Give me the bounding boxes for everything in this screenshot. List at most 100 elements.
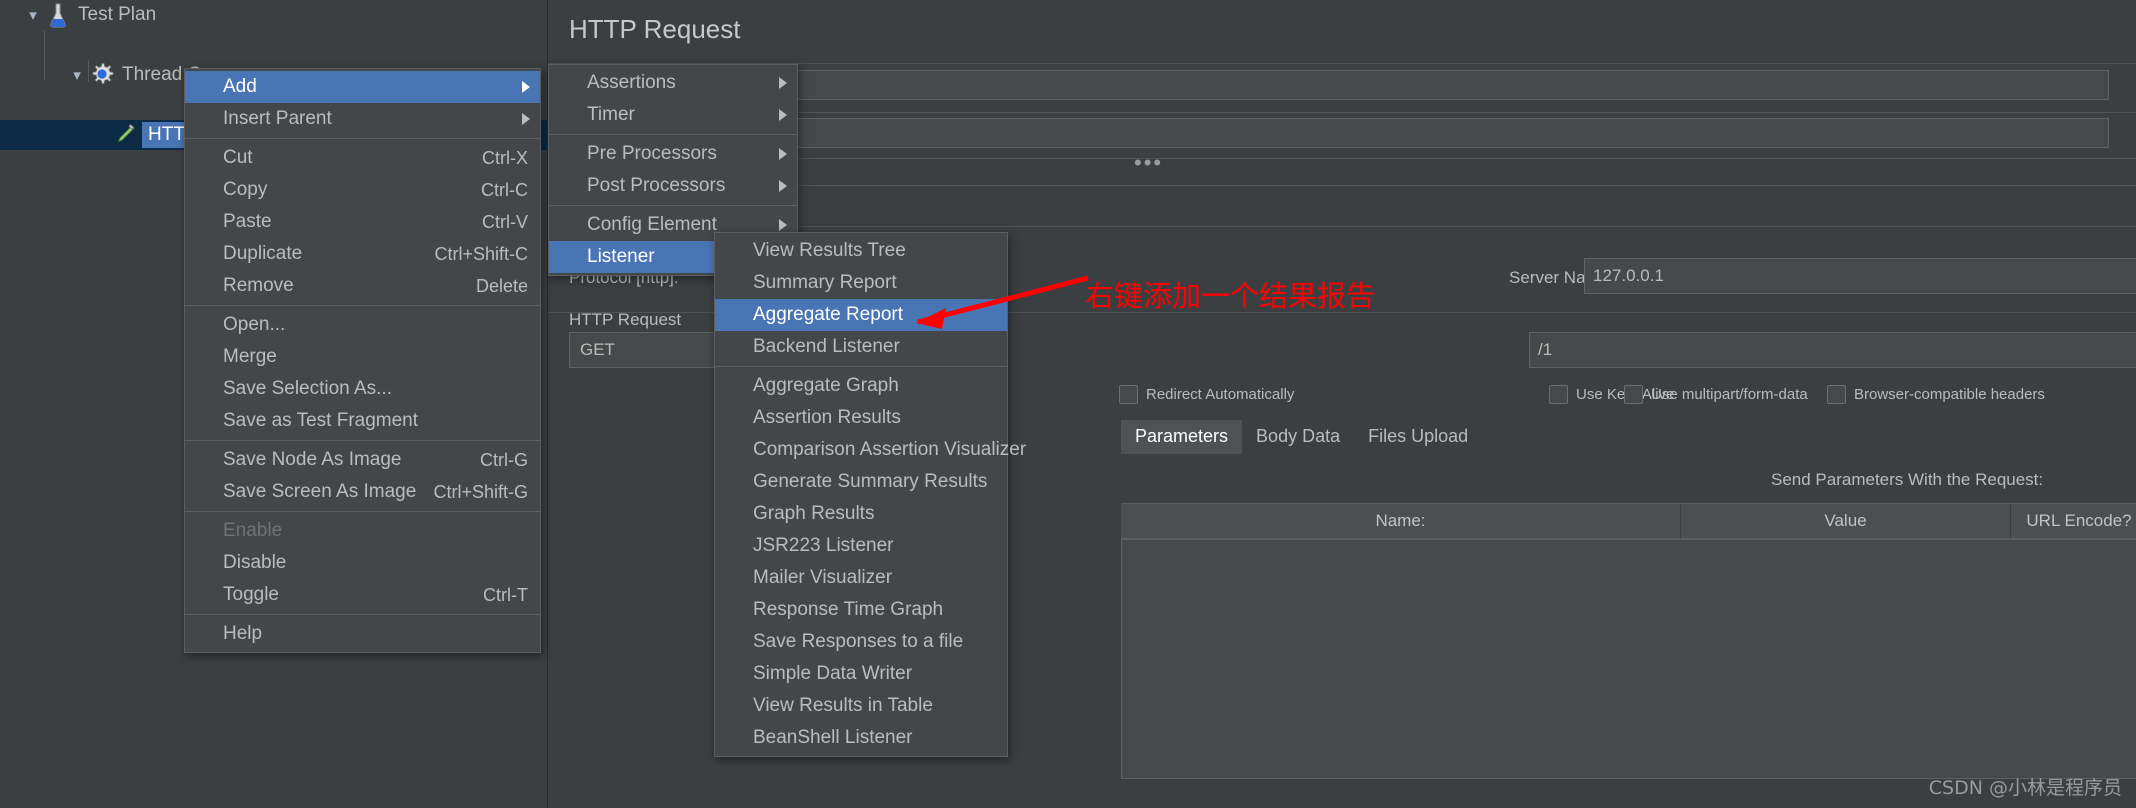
menu-separator bbox=[185, 440, 540, 441]
menu-item-label: View Results in Table bbox=[753, 695, 933, 716]
menu-item-label: Save Node As Image bbox=[223, 449, 402, 470]
listener-menu-item-graph-results[interactable]: Graph Results bbox=[715, 498, 1007, 530]
menu-item-paste[interactable]: Paste Ctrl-V bbox=[185, 206, 540, 238]
menu-item-label: Assertions bbox=[587, 72, 676, 93]
menu-item-save-selection-as[interactable]: Save Selection As... bbox=[185, 373, 540, 405]
table-header-cell[interactable]: URL Encode? bbox=[2011, 503, 2136, 539]
menu-separator bbox=[185, 614, 540, 615]
menu-item-label: Pre Processors bbox=[587, 143, 717, 164]
tree-item-label: Test Plan bbox=[78, 4, 157, 25]
checkbox-use-multipart[interactable]: Use multipart/form-data bbox=[1624, 385, 1808, 404]
listener-menu-item-jsr223-listener[interactable]: JSR223 Listener bbox=[715, 530, 1007, 562]
chevron-right-icon bbox=[779, 109, 787, 121]
menu-item-shortcut: Ctrl-X bbox=[482, 147, 528, 168]
menu-item-shortcut: Ctrl-V bbox=[482, 211, 528, 232]
menu-item-add[interactable]: Add bbox=[185, 71, 540, 103]
path-input[interactable]: /1 bbox=[1529, 332, 2136, 368]
menu-item-label: Disable bbox=[223, 552, 287, 573]
menu-item-merge[interactable]: Merge bbox=[185, 341, 540, 373]
listener-menu-item-mailer-visualizer[interactable]: Mailer Visualizer bbox=[715, 562, 1007, 594]
checkbox-browser-compatible-headers[interactable]: Browser-compatible headers bbox=[1827, 385, 2045, 404]
menu-item-label: View Results Tree bbox=[753, 240, 906, 261]
add-menu-item-pre-processors[interactable]: Pre Processors bbox=[549, 138, 797, 170]
listener-menu-item-generate-summary-results[interactable]: Generate Summary Results bbox=[715, 466, 1007, 498]
listener-menu-item-view-results-tree[interactable]: View Results Tree bbox=[715, 235, 1007, 267]
menu-item-toggle[interactable]: Toggle Ctrl-T bbox=[185, 579, 540, 611]
menu-item-label: Response Time Graph bbox=[753, 599, 944, 620]
menu-item-label: Insert Parent bbox=[223, 108, 332, 129]
listener-menu-item-save-responses-to-a-file[interactable]: Save Responses to a file bbox=[715, 626, 1007, 658]
menu-item-shortcut: Ctrl+Shift-G bbox=[433, 481, 528, 502]
tree-item-test-plan[interactable]: ▾ Test Plan bbox=[0, 0, 547, 30]
menu-item-label: Paste bbox=[223, 211, 272, 232]
checkbox-redirect-automatically[interactable]: Redirect Automatically bbox=[1119, 385, 1294, 404]
menu-separator bbox=[549, 134, 797, 135]
tab-parameters[interactable]: Parameters bbox=[1121, 420, 1243, 454]
listener-menu-item-aggregate-graph[interactable]: Aggregate Graph bbox=[715, 370, 1007, 402]
checkbox-box[interactable] bbox=[1827, 385, 1846, 404]
menu-item-label: Merge bbox=[223, 346, 277, 367]
menu-item-label: Timer bbox=[587, 104, 635, 125]
menu-item-label: Toggle bbox=[223, 584, 279, 605]
menu-item-open[interactable]: Open... bbox=[185, 309, 540, 341]
add-menu-item-post-processors[interactable]: Post Processors bbox=[549, 170, 797, 202]
menu-item-label: Duplicate bbox=[223, 243, 303, 264]
table-header-cell[interactable]: Value bbox=[1681, 503, 2011, 539]
menu-item-save-screen-as-image[interactable]: Save Screen As Image Ctrl+Shift-G bbox=[185, 476, 540, 508]
listener-menu-item-comparison-assertion-visualizer[interactable]: Comparison Assertion Visualizer bbox=[715, 434, 1026, 466]
menu-item-shortcut: Ctrl-G bbox=[480, 449, 528, 470]
menu-item-cut[interactable]: Cut Ctrl-X bbox=[185, 142, 540, 174]
menu-item-label: Copy bbox=[223, 179, 268, 200]
menu-item-label: JSR223 Listener bbox=[753, 535, 894, 556]
http-request-caption: HTTP Request bbox=[569, 310, 682, 329]
menu-item-shortcut: Ctrl-C bbox=[481, 179, 528, 200]
jmeter-window: ▾ Test Plan ▾ Thread Group HTTP R HTTP R… bbox=[0, 0, 2136, 808]
flask-icon bbox=[44, 2, 72, 28]
menu-item-disable[interactable]: Disable bbox=[185, 547, 540, 579]
chevron-right-icon bbox=[522, 81, 530, 93]
add-menu-item-timer[interactable]: Timer bbox=[549, 99, 797, 131]
tree-context-menu[interactable]: Add Insert Parent Cut Ctrl-X Copy Ctrl-C Paste… bbox=[184, 68, 541, 653]
listener-menu-item-response-time-graph[interactable]: Response Time Graph bbox=[715, 594, 1007, 626]
menu-item-remove[interactable]: Remove Delete bbox=[185, 270, 540, 302]
checkbox-box[interactable] bbox=[1119, 385, 1138, 404]
menu-item-shortcut: Ctrl+Shift-C bbox=[434, 243, 528, 264]
page-title: HTTP Request bbox=[569, 14, 741, 44]
menu-item-help[interactable]: Help bbox=[185, 618, 540, 650]
request-tabstrip: Parameters Body Data Files Upload bbox=[1121, 420, 1482, 454]
menu-item-label: Summary Report bbox=[753, 272, 897, 293]
chevron-down-icon[interactable]: ▾ bbox=[66, 66, 88, 84]
comments-input[interactable] bbox=[669, 118, 2109, 148]
menu-item-label: Help bbox=[223, 623, 263, 644]
tab-body-data[interactable]: Body Data bbox=[1242, 420, 1354, 454]
menu-item-label: Backend Listener bbox=[753, 336, 900, 357]
menu-item-label: Mailer Visualizer bbox=[753, 567, 893, 588]
menu-item-insert-parent[interactable]: Insert Parent bbox=[185, 103, 540, 135]
name-input[interactable]: HTTP Request bbox=[669, 70, 2109, 100]
menu-item-label: Enable bbox=[223, 520, 283, 541]
checkbox-label: Redirect Automatically bbox=[1146, 386, 1295, 403]
checkbox-box[interactable] bbox=[1624, 385, 1643, 404]
add-menu-item-assertions[interactable]: Assertions bbox=[549, 67, 797, 99]
menu-item-save-node-as-image[interactable]: Save Node As Image Ctrl-G bbox=[185, 444, 540, 476]
parameters-table-body[interactable] bbox=[1121, 539, 2136, 779]
menu-item-label: Aggregate Graph bbox=[753, 375, 899, 396]
annotation-arrow bbox=[916, 275, 1089, 329]
menu-item-label: Graph Results bbox=[753, 503, 875, 524]
drag-handle[interactable]: ••• bbox=[1134, 150, 1163, 176]
listener-menu-item-assertion-results[interactable]: Assertion Results bbox=[715, 402, 1007, 434]
listener-menu-item-view-results-in-table[interactable]: View Results in Table bbox=[715, 690, 1007, 722]
tab-files-upload[interactable]: Files Upload bbox=[1354, 420, 1482, 454]
listener-menu-item-beanshell-listener[interactable]: BeanShell Listener bbox=[715, 722, 1007, 754]
server-input[interactable]: 127.0.0.1 bbox=[1584, 258, 2136, 294]
checkbox-box[interactable] bbox=[1549, 385, 1568, 404]
listener-menu-item-simple-data-writer[interactable]: Simple Data Writer bbox=[715, 658, 1007, 690]
menu-item-label: Save as Test Fragment bbox=[223, 410, 419, 431]
chevron-down-icon[interactable]: ▾ bbox=[22, 6, 44, 24]
listener-menu-item-backend-listener[interactable]: Backend Listener bbox=[715, 331, 1007, 363]
menu-item-shortcut: Delete bbox=[475, 275, 528, 296]
menu-item-save-as-test-fragment[interactable]: Save as Test Fragment bbox=[185, 405, 540, 437]
table-header-cell[interactable]: Name: bbox=[1121, 503, 1681, 539]
menu-item-duplicate[interactable]: Duplicate Ctrl+Shift-C bbox=[185, 238, 540, 270]
menu-item-copy[interactable]: Copy Ctrl-C bbox=[185, 174, 540, 206]
